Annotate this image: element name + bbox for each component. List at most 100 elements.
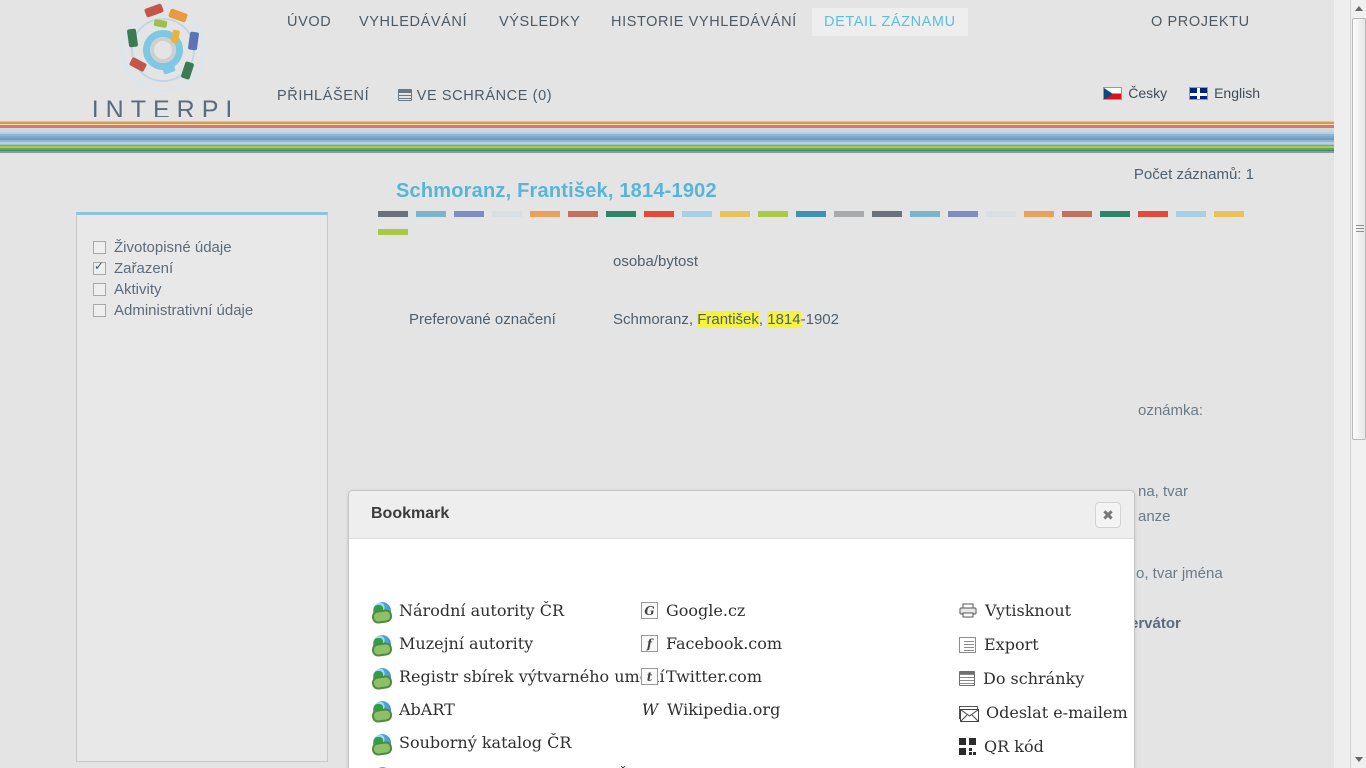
nav-vysledky[interactable]: VÝSLEDKY: [487, 8, 592, 36]
bg-fragment-tvar-jmena: o, tvar jména: [1136, 565, 1223, 582]
dash-segment: [378, 229, 408, 235]
primary-nav: ÚVOD VYHLEDÁVÁNÍ VÝSLEDKY HISTORIE VYHLE…: [265, 0, 1350, 44]
external-links-column: Národní autority ČR Muzejní autority Regis…: [373, 601, 665, 768]
twitter-icon: t: [641, 668, 658, 685]
printer-icon: [959, 603, 977, 618]
link-label: Registr sbírek výtvarného umění: [399, 667, 665, 686]
checkbox-checked-icon[interactable]: [93, 259, 106, 275]
bg-fragment-ervator: ervátor: [1130, 615, 1181, 632]
action-link[interactable]: QR kód: [959, 737, 1128, 756]
preferred-value: Schmoranz, František, 1814-1902: [613, 311, 839, 328]
clipboard-icon: [959, 671, 975, 686]
dialog-title: Bookmark: [371, 505, 450, 522]
dash-segment: [378, 211, 408, 217]
preferred-value-mid: ,: [758, 311, 768, 328]
link-label: Google.cz: [666, 601, 746, 620]
dash-segment: [910, 211, 940, 217]
lang-english-label: English: [1214, 85, 1260, 101]
dash-segment: [948, 211, 978, 217]
lang-cesky-label: Česky: [1128, 85, 1168, 101]
social-link[interactable]: t Twitter.com: [641, 667, 782, 686]
google-icon: G: [641, 602, 658, 619]
link-label: Odeslat e-mailem: [986, 703, 1128, 722]
external-link[interactable]: Národní autority ČR: [373, 601, 665, 620]
dash-segment: [1176, 211, 1206, 217]
preferred-value-prefix: Schmoranz,: [613, 311, 698, 328]
search-highlight-2: 1814: [767, 311, 801, 328]
secondary-nav: PŘIHLÁŠENÍ VE SCHRÁNCE (0): [265, 82, 564, 112]
dash-segment: [492, 211, 522, 217]
external-link[interactable]: Souborný katalog ČR: [373, 733, 665, 752]
sidebar-item-zarazeni[interactable]: Zařazení: [77, 258, 327, 279]
actions-column: Vytisknout Export Do schránky Odeslat e-mai…: [959, 601, 1128, 768]
facebook-icon: f: [641, 635, 658, 652]
preferred-label: Preferované označení: [409, 311, 556, 328]
facet-sidebar: Životopisné údaje Zařazení Aktivity Admi…: [76, 212, 328, 762]
nav-uvod[interactable]: ÚVOD: [275, 8, 343, 36]
link-label: Twitter.com: [666, 667, 762, 686]
action-link[interactable]: Do schránky: [959, 669, 1128, 688]
globe-link-icon: [373, 700, 391, 719]
sidebar-item-label: Životopisné údaje: [114, 239, 232, 256]
checkbox-icon[interactable]: [93, 283, 106, 296]
dash-segment: [416, 211, 446, 217]
globe-link-icon: [373, 601, 391, 620]
window-scrollbar[interactable]: [1350, 0, 1366, 768]
sidebar-item-aktivity[interactable]: Aktivity: [77, 279, 327, 300]
dash-segment: [530, 211, 560, 217]
nav-ve-schrance[interactable]: VE SCHRÁNCE (0): [386, 82, 565, 110]
link-label: Vytisknout: [985, 601, 1072, 620]
action-link[interactable]: Vytisknout: [959, 601, 1128, 620]
logo[interactable]: INTERPI: [80, 2, 245, 124]
bg-fragment-na-tvar: na, tvar: [1138, 483, 1189, 500]
dialog-body: Národní autority ČR Muzejní autority Regis…: [349, 539, 1134, 768]
sidebar-item-administrativni-udaje[interactable]: Administrativní údaje: [77, 300, 327, 321]
close-icon[interactable]: ✖: [1095, 502, 1121, 528]
nav-historie[interactable]: HISTORIE VYHLEDÁVÁNÍ: [599, 8, 809, 36]
social-link[interactable]: W Wikipedia.org: [641, 700, 782, 719]
link-label: Do schránky: [983, 669, 1085, 688]
nav-o-projektu[interactable]: O PROJEKTU: [1139, 8, 1262, 36]
dialog-header: Bookmark ✖: [349, 491, 1134, 539]
dash-segment: [1138, 211, 1168, 217]
sidebar-item-zivotopisne-udaje[interactable]: Životopisné údaje: [77, 237, 327, 258]
preferred-value-suffix: -1902: [800, 311, 839, 328]
link-label: Národní autority ČR: [399, 601, 565, 620]
right-gutter: [1334, 0, 1350, 768]
interpi-logo-icon: [115, 2, 211, 98]
external-link[interactable]: Muzejní autority: [373, 634, 665, 653]
nav-detail-zaznamu[interactable]: DETAIL ZÁZNAMU: [812, 8, 968, 36]
dash-segment: [1214, 211, 1244, 217]
checkbox-icon[interactable]: [93, 304, 106, 317]
bg-fragment-anze: anze: [1138, 508, 1171, 525]
link-label: AbART: [399, 700, 455, 719]
social-link[interactable]: f Facebook.com: [641, 634, 782, 653]
external-link[interactable]: AbART: [373, 700, 665, 719]
lang-cesky[interactable]: Česky: [1103, 85, 1167, 101]
lang-english[interactable]: English: [1189, 85, 1260, 101]
page-root: INTERPI ÚVOD VYHLEDÁVÁNÍ VÝSLEDKY HISTOR…: [0, 0, 1366, 768]
uk-flag-icon: [1189, 86, 1209, 100]
globe-link-icon: [373, 667, 391, 686]
main-content: Počet záznamů: 1 Životopisné údaje Zařaz…: [0, 153, 1350, 768]
link-label: QR kód: [984, 737, 1044, 756]
dash-segment: [454, 211, 484, 217]
dash-segment: [644, 211, 674, 217]
decorative-stripe-band: [0, 117, 1350, 155]
scroll-up-arrow-icon[interactable]: [1351, 0, 1366, 17]
nav-prihlaseni[interactable]: PŘIHLÁŠENÍ: [265, 82, 381, 110]
dash-segment: [796, 211, 826, 217]
scroll-down-arrow-icon[interactable]: [1351, 751, 1366, 768]
dash-segment: [872, 211, 902, 217]
action-link[interactable]: Export: [959, 635, 1128, 654]
link-label: Wikipedia.org: [667, 700, 781, 719]
clipboard-icon: [397, 89, 412, 101]
external-link[interactable]: Registr sbírek výtvarného umění: [373, 667, 665, 686]
checkbox-icon[interactable]: [93, 241, 106, 254]
nav-vyhledavani[interactable]: VYHLEDÁVÁNÍ: [347, 8, 479, 36]
bookmark-dialog: Bookmark ✖ Národní autority ČR Muzejní au…: [348, 490, 1135, 768]
social-link[interactable]: G Google.cz: [641, 601, 782, 620]
decorative-dash-rule: [378, 211, 1258, 235]
window-scrollbar-thumb[interactable]: [1352, 18, 1366, 440]
action-link[interactable]: Odeslat e-mailem: [959, 703, 1128, 722]
